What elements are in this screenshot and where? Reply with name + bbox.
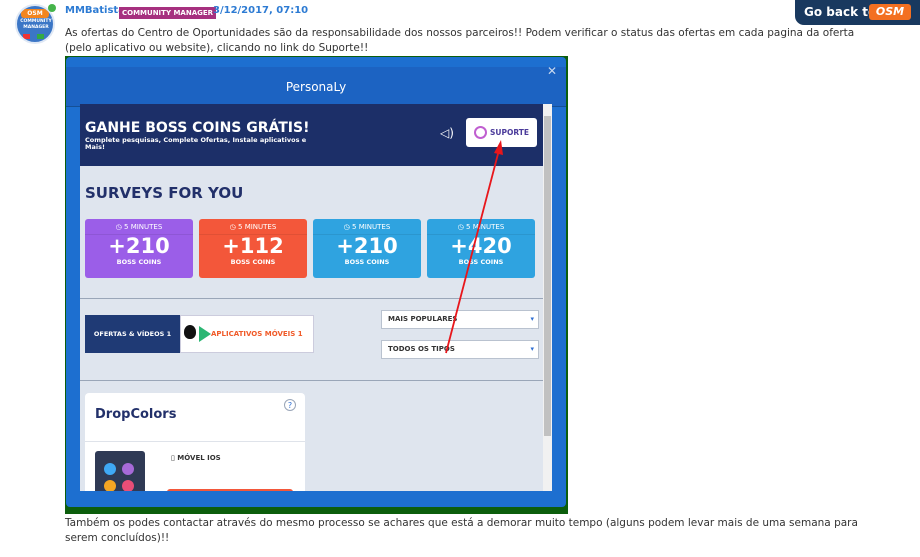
flag-icon	[23, 34, 30, 39]
go-back-label: Go back to	[804, 5, 877, 19]
post-paragraph: As ofertas do Centro de Oportunidades sã…	[65, 27, 855, 54]
embedded-screenshot: PersonaLy ✕ GANHE BOSS COINS GRÁTIS! Com…	[65, 56, 568, 514]
role-badge: COMMUNITY MANAGER	[119, 7, 217, 19]
avatar-badge-text: COMMUNITY MANAGER	[20, 19, 52, 30]
online-status-dot	[48, 4, 56, 12]
flag-icon	[37, 34, 44, 39]
post-author[interactable]: MMBatista	[65, 5, 125, 16]
avatar-badge-top: OSM	[21, 9, 49, 18]
osm-logo-icon: OSM	[869, 4, 911, 20]
post-date[interactable]: 3/12/2017, 07:10	[213, 5, 308, 16]
go-back-button[interactable]: Go back to OSM	[795, 0, 920, 25]
post-paragraph: Também os podes contactar através do mes…	[65, 517, 858, 544]
annotation-arrow	[445, 140, 503, 354]
